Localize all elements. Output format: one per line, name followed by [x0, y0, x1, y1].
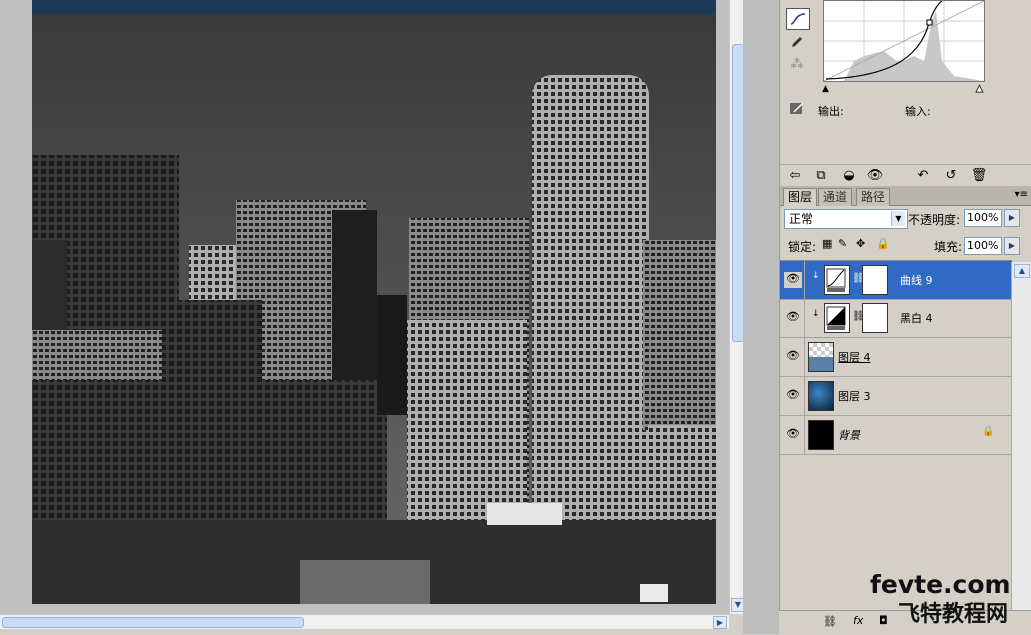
canvas-area[interactable]	[0, 0, 729, 614]
panel-menu-icon[interactable]: ▾≡	[1015, 189, 1028, 200]
curve-point-tool-icon[interactable]	[786, 8, 810, 30]
layer-row-background[interactable]: 👁 背景 🔒	[780, 416, 1012, 455]
layer-row-layer3[interactable]: 👁 图层 3	[780, 377, 1012, 416]
lock-position-icon[interactable]: ✥	[856, 237, 865, 250]
document-image[interactable]	[32, 0, 716, 604]
link-layers-icon[interactable]: ⛓	[823, 615, 837, 628]
layer-mask-thumbnail[interactable]	[862, 265, 888, 295]
lock-label: 锁定:	[788, 240, 817, 254]
lock-transparency-icon[interactable]: ▦	[822, 237, 832, 250]
lock-all-icon[interactable]: 🔒	[876, 237, 890, 250]
delete-adjustment-icon[interactable]: 🗑	[968, 165, 990, 185]
layer-thumbnail	[808, 381, 834, 411]
visibility-eye-icon[interactable]: 👁	[784, 349, 802, 365]
on-image-adjust-icon[interactable]	[786, 98, 808, 118]
clip-to-layer-icon[interactable]: ◒	[838, 165, 860, 185]
scroll-right-arrow-icon[interactable]: ▶	[713, 616, 727, 629]
scroll-up-arrow-icon[interactable]: ▲	[1014, 264, 1030, 278]
blend-mode-select[interactable]: 正常 ▼	[784, 209, 908, 229]
layers-scrollbar[interactable]: ▲	[1011, 262, 1031, 617]
layer-name[interactable]: 图层 4	[838, 349, 871, 365]
opacity-label: 不透明度:	[908, 213, 961, 227]
adjustments-toolbar: ⇦ ⧉ ◒ 👁 ↶ ↺ 🗑	[780, 164, 1031, 185]
watermark-logo: fevte.com 飞特教程网	[868, 570, 1028, 634]
cityscape-photo	[32, 0, 716, 604]
chevron-down-icon[interactable]: ▼	[891, 211, 905, 226]
input-label: 输入:	[905, 105, 931, 118]
reset-icon[interactable]: ↺	[940, 165, 962, 185]
layer-thumbnail	[808, 342, 834, 372]
adjustments-panel: ⁂ ▲ ▲ 输出: 输入: ⇦ ⧉ ◒ 👁 ↶ ↺ 🗑	[779, 0, 1031, 186]
workspace-gutter	[743, 0, 779, 634]
layer-thumbnail	[808, 420, 834, 450]
layer-name[interactable]: 黑白 4	[900, 310, 933, 326]
opacity-input[interactable]: 100%	[964, 209, 1002, 227]
fill-input[interactable]: 100%	[964, 237, 1002, 255]
clipping-arrow-icon: ↓	[812, 271, 820, 281]
layer-name[interactable]: 图层 3	[838, 388, 871, 404]
fill-label: 填充:	[934, 240, 963, 254]
blend-mode-value: 正常	[789, 212, 814, 226]
output-label: 输出:	[818, 105, 844, 118]
black-point-slider-icon[interactable]: ▲	[822, 84, 829, 94]
tab-channels[interactable]: 通道	[818, 188, 853, 206]
expand-view-icon[interactable]: ⧉	[810, 165, 832, 185]
white-point-slider-icon[interactable]: ▲	[976, 84, 984, 95]
curves-graph[interactable]	[823, 0, 985, 82]
layer-row-black-white[interactable]: 👁 ↓ ⛓ 黑白 4	[780, 299, 1012, 338]
layer-style-icon[interactable]: fx	[853, 614, 863, 627]
layer-row-curves[interactable]: 👁 ↓ ⛓ 曲线 9	[780, 260, 1012, 300]
layer-mask-thumbnail[interactable]	[862, 303, 888, 333]
visibility-eye-icon[interactable]: 👁	[784, 388, 802, 404]
fill-arrow-icon[interactable]: ▶	[1004, 237, 1020, 255]
smooth-curve-icon[interactable]: ⁂	[786, 54, 808, 74]
lock-pixels-icon[interactable]: ✎	[838, 237, 847, 250]
visibility-icon[interactable]: 👁	[864, 165, 886, 185]
visibility-eye-icon[interactable]: 👁	[784, 272, 802, 288]
view-previous-icon[interactable]: ↶	[912, 165, 934, 185]
tab-paths[interactable]: 路径	[856, 188, 891, 206]
canvas-horizontal-scrollbar[interactable]: ▶	[0, 614, 729, 629]
black-white-adjustment-icon	[824, 303, 850, 333]
visibility-eye-icon[interactable]: 👁	[784, 427, 802, 443]
opacity-arrow-icon[interactable]: ▶	[1004, 209, 1020, 227]
canvas-vertical-scrollbar[interactable]: ▼	[729, 0, 745, 614]
curves-adjustment-icon	[824, 265, 850, 295]
layer-name[interactable]: 背景	[838, 427, 860, 443]
back-arrow-icon[interactable]: ⇦	[784, 165, 806, 185]
horizontal-scroll-thumb[interactable]	[2, 617, 304, 628]
watermark-line1: fevte.com	[870, 570, 1011, 599]
layer-name[interactable]: 曲线 9	[900, 272, 933, 288]
pencil-icon[interactable]	[786, 32, 808, 52]
clipping-arrow-icon: ↓	[812, 309, 820, 319]
visibility-eye-icon[interactable]: 👁	[784, 310, 802, 326]
panel-tabbar: 图层 通道 路径 ▾≡	[780, 186, 1031, 206]
layers-panel: 图层 通道 路径 ▾≡ 正常 ▼ 不透明度: 100% ▶ 锁定: ▦ ✎ ✥ …	[779, 186, 1031, 634]
tab-layers[interactable]: 图层	[783, 188, 818, 206]
watermark-line2: 飞特教程网	[898, 602, 1009, 627]
lock-icon: 🔒	[982, 426, 995, 437]
layer-row-layer4[interactable]: 👁 图层 4	[780, 338, 1012, 377]
